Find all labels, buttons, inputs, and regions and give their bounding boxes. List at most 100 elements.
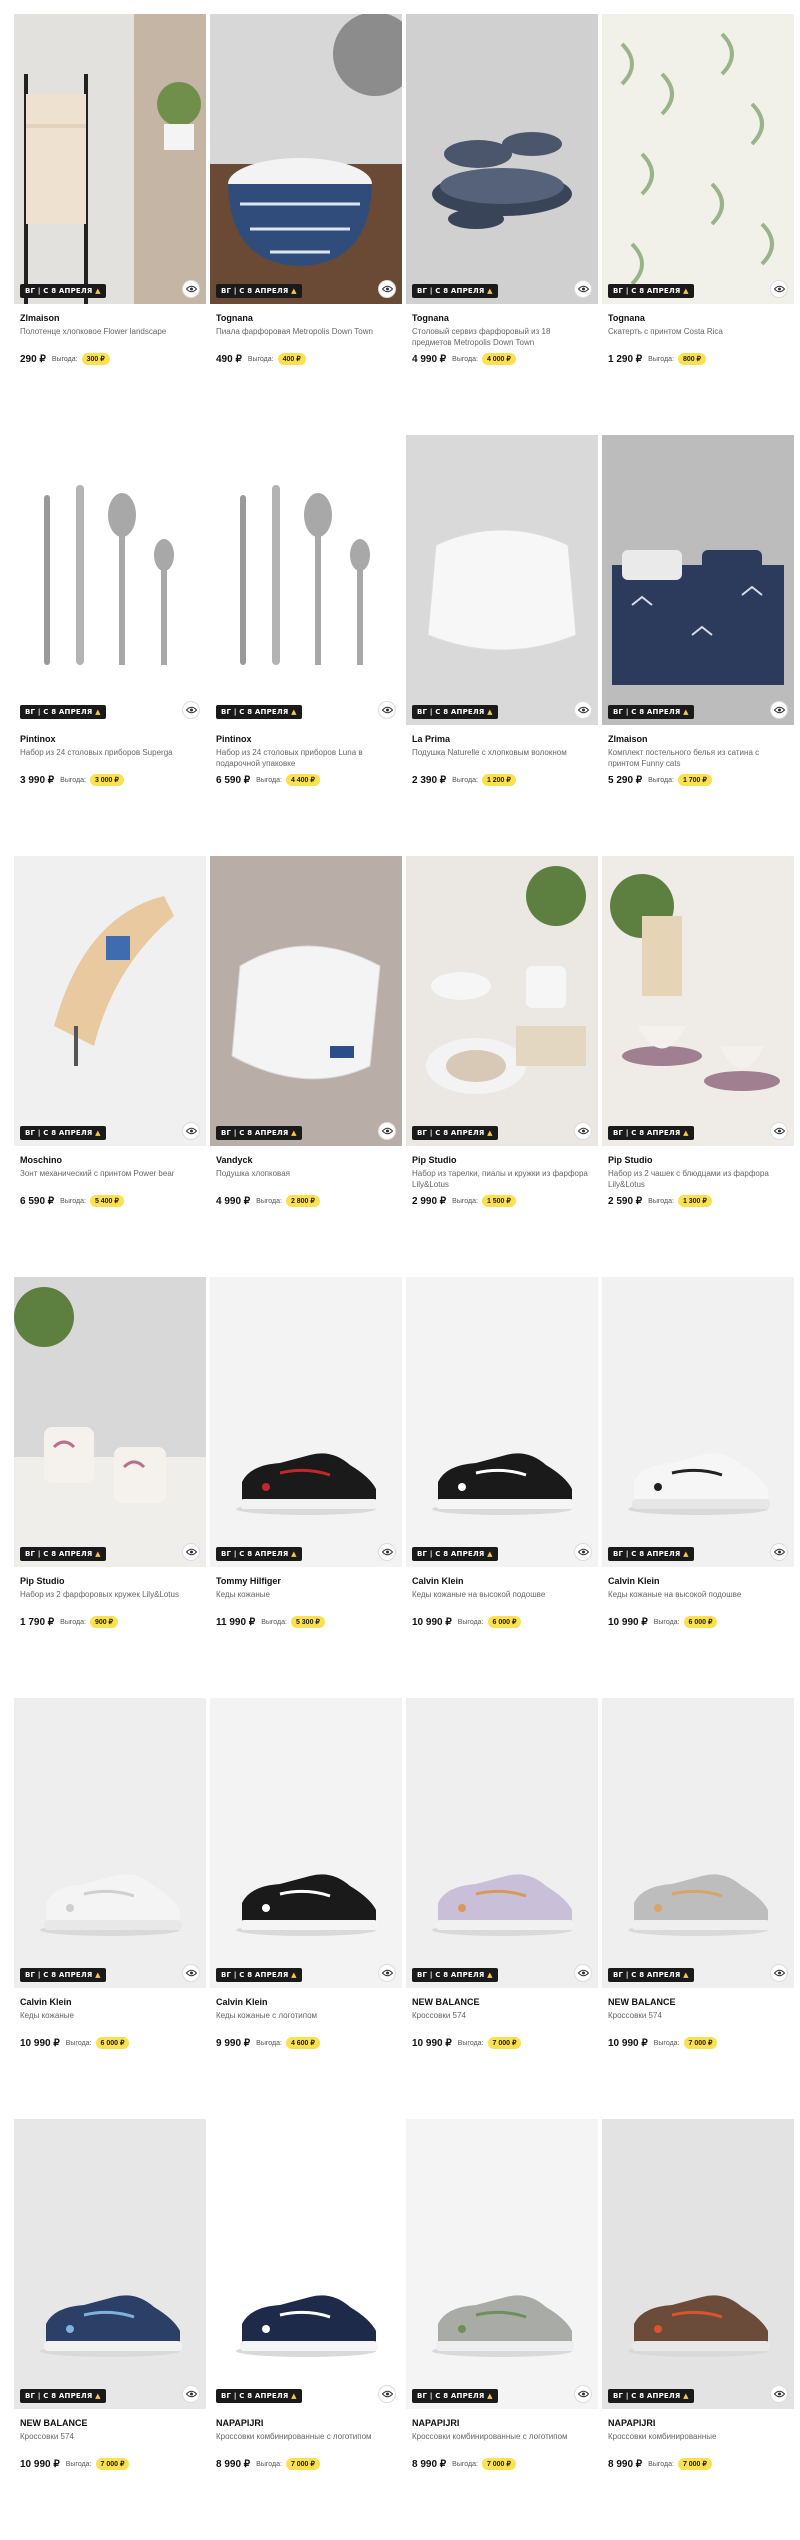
product-card[interactable]: ВГ | С 8 АПРЕЛЯ ▲ Calvin Klein Кеды кожа… [406, 1277, 598, 1698]
product-name[interactable]: Набор из 24 столовых приборов Luna в под… [216, 747, 396, 771]
product-card[interactable]: ВГ | С 8 АПРЕЛЯ ▲ Pip Studio Набор из 2 … [602, 856, 794, 1277]
product-brand[interactable]: Tognana [216, 312, 396, 324]
quick-view-button[interactable] [574, 1122, 592, 1140]
quick-view-button[interactable] [182, 2385, 200, 2403]
product-brand[interactable]: Pip Studio [20, 1575, 200, 1587]
quick-view-button[interactable] [378, 1543, 396, 1561]
quick-view-button[interactable] [378, 2385, 396, 2403]
product-brand[interactable]: Calvin Klein [216, 1996, 396, 2008]
product-brand[interactable]: Zlmaison [20, 312, 200, 324]
quick-view-button[interactable] [182, 1122, 200, 1140]
product-name[interactable]: Кеды кожаные [216, 1589, 396, 1613]
quick-view-button[interactable] [182, 1543, 200, 1561]
quick-view-button[interactable] [574, 1543, 592, 1561]
product-brand[interactable]: Pintinox [216, 733, 396, 745]
product-name[interactable]: Набор из 2 чашек с блюдцами из фарфора L… [608, 1168, 788, 1192]
product-brand[interactable]: Pip Studio [608, 1154, 788, 1166]
product-name[interactable]: Кроссовки комбинированные с логотипом [412, 2431, 592, 2455]
quick-view-button[interactable] [770, 280, 788, 298]
product-card[interactable]: ВГ | С 8 АПРЕЛЯ ▲ Pip Studio Набор из 2 … [14, 1277, 206, 1698]
product-card[interactable]: ВГ | С 8 АПРЕЛЯ ▲ Pip Studio Набор из та… [406, 856, 598, 1277]
product-name[interactable]: Подушка хлопковая [216, 1168, 396, 1192]
product-card[interactable]: ВГ | С 8 АПРЕЛЯ ▲ NAPAPIJRI Кроссовки ко… [210, 2119, 402, 2540]
product-name[interactable]: Полотенце хлопковое Flower landscape [20, 326, 200, 350]
product-brand[interactable]: NEW BALANCE [412, 1996, 592, 2008]
product-card[interactable]: ВГ | С 8 АПРЕЛЯ ▲ NAPAPIJRI Кроссовки ко… [406, 2119, 598, 2540]
product-name[interactable]: Кроссовки 574 [20, 2431, 200, 2455]
product-card[interactable]: ВГ | С 8 АПРЕЛЯ ▲ NAPAPIJRI Кроссовки ко… [602, 2119, 794, 2540]
product-brand[interactable]: NEW BALANCE [20, 2417, 200, 2429]
product-image[interactable]: ВГ | С 8 АПРЕЛЯ ▲ [14, 14, 206, 304]
product-brand[interactable]: Calvin Klein [608, 1575, 788, 1587]
product-brand[interactable]: Calvin Klein [412, 1575, 592, 1587]
product-brand[interactable]: Pintinox [20, 733, 200, 745]
quick-view-button[interactable] [182, 701, 200, 719]
product-name[interactable]: Комплект постельного белья из сатина с п… [608, 747, 788, 771]
product-image[interactable]: ВГ | С 8 АПРЕЛЯ ▲ [210, 435, 402, 725]
product-brand[interactable]: La Prima [412, 733, 592, 745]
product-image[interactable]: ВГ | С 8 АПРЕЛЯ ▲ [406, 14, 598, 304]
product-name[interactable]: Подушка Naturelle с хлопковым волокном [412, 747, 592, 771]
product-image[interactable]: ВГ | С 8 АПРЕЛЯ ▲ [210, 2119, 402, 2409]
product-image[interactable]: ВГ | С 8 АПРЕЛЯ ▲ [602, 435, 794, 725]
product-card[interactable]: ВГ | С 8 АПРЕЛЯ ▲ NEW BALANCE Кроссовки … [14, 2119, 206, 2540]
product-image[interactable]: ВГ | С 8 АПРЕЛЯ ▲ [14, 2119, 206, 2409]
product-brand[interactable]: Zlmaison [608, 733, 788, 745]
product-brand[interactable]: Tognana [412, 312, 592, 324]
product-name[interactable]: Кеды кожаные на высокой подошве [608, 1589, 788, 1613]
product-card[interactable]: ВГ | С 8 АПРЕЛЯ ▲ Calvin Klein Кеды кожа… [14, 1698, 206, 2119]
product-brand[interactable]: NAPAPIJRI [608, 2417, 788, 2429]
product-card[interactable]: ВГ | С 8 АПРЕЛЯ ▲ Tommy Hilfiger Кеды ко… [210, 1277, 402, 1698]
product-name[interactable]: Кроссовки комбинированные с логотипом [216, 2431, 396, 2455]
product-name[interactable]: Кеды кожаные с логотипом [216, 2010, 396, 2034]
product-name[interactable]: Кеды кожаные на высокой подошве [412, 1589, 592, 1613]
product-image[interactable]: ВГ | С 8 АПРЕЛЯ ▲ [406, 435, 598, 725]
product-brand[interactable]: Moschino [20, 1154, 200, 1166]
product-card[interactable]: ВГ | С 8 АПРЕЛЯ ▲ Zlmaison Комплект пост… [602, 435, 794, 856]
quick-view-button[interactable] [378, 280, 396, 298]
product-image[interactable]: ВГ | С 8 АПРЕЛЯ ▲ [14, 435, 206, 725]
product-name[interactable]: Набор из 24 столовых приборов Superga [20, 747, 200, 771]
product-name[interactable]: Столовый сервиз фарфоровый из 18 предмет… [412, 326, 592, 350]
product-card[interactable]: ВГ | С 8 АПРЕЛЯ ▲ Vandyck Подушка хлопко… [210, 856, 402, 1277]
product-image[interactable]: ВГ | С 8 АПРЕЛЯ ▲ [602, 1698, 794, 1988]
quick-view-button[interactable] [574, 2385, 592, 2403]
product-name[interactable]: Кроссовки 574 [412, 2010, 592, 2034]
product-brand[interactable]: NAPAPIJRI [216, 2417, 396, 2429]
product-card[interactable]: ВГ | С 8 АПРЕЛЯ ▲ Tognana Столовый серви… [406, 14, 598, 435]
product-card[interactable]: ВГ | С 8 АПРЕЛЯ ▲ Pintinox Набор из 24 с… [210, 435, 402, 856]
product-card[interactable]: ВГ | С 8 АПРЕЛЯ ▲ La Prima Подушка Natur… [406, 435, 598, 856]
product-image[interactable]: ВГ | С 8 АПРЕЛЯ ▲ [602, 2119, 794, 2409]
product-image[interactable]: ВГ | С 8 АПРЕЛЯ ▲ [210, 1277, 402, 1567]
product-image[interactable]: ВГ | С 8 АПРЕЛЯ ▲ [14, 856, 206, 1146]
product-brand[interactable]: Calvin Klein [20, 1996, 200, 2008]
quick-view-button[interactable] [378, 701, 396, 719]
product-card[interactable]: ВГ | С 8 АПРЕЛЯ ▲ Tognana Скатерть с при… [602, 14, 794, 435]
product-image[interactable]: ВГ | С 8 АПРЕЛЯ ▲ [602, 14, 794, 304]
product-card[interactable]: ВГ | С 8 АПРЕЛЯ ▲ Moschino Зонт механиче… [14, 856, 206, 1277]
product-image[interactable]: ВГ | С 8 АПРЕЛЯ ▲ [406, 1277, 598, 1567]
product-card[interactable]: ВГ | С 8 АПРЕЛЯ ▲ NEW BALANCE Кроссовки … [406, 1698, 598, 2119]
product-image[interactable]: ВГ | С 8 АПРЕЛЯ ▲ [602, 856, 794, 1146]
quick-view-button[interactable] [182, 1964, 200, 1982]
product-name[interactable]: Кроссовки комбинированные [608, 2431, 788, 2455]
product-name[interactable]: Кеды кожаные [20, 2010, 200, 2034]
product-name[interactable]: Зонт механический с принтом Power bear [20, 1168, 200, 1192]
quick-view-button[interactable] [770, 2385, 788, 2403]
product-image[interactable]: ВГ | С 8 АПРЕЛЯ ▲ [14, 1698, 206, 1988]
product-image[interactable]: ВГ | С 8 АПРЕЛЯ ▲ [406, 856, 598, 1146]
quick-view-button[interactable] [770, 1964, 788, 1982]
product-image[interactable]: ВГ | С 8 АПРЕЛЯ ▲ [406, 1698, 598, 1988]
quick-view-button[interactable] [378, 1964, 396, 1982]
product-card[interactable]: ВГ | С 8 АПРЕЛЯ ▲ NEW BALANCE Кроссовки … [602, 1698, 794, 2119]
product-brand[interactable]: NAPAPIJRI [412, 2417, 592, 2429]
product-name[interactable]: Пиала фарфоровая Metropolis Down Town [216, 326, 396, 350]
quick-view-button[interactable] [770, 1543, 788, 1561]
quick-view-button[interactable] [574, 1964, 592, 1982]
quick-view-button[interactable] [378, 1122, 396, 1140]
quick-view-button[interactable] [574, 280, 592, 298]
product-image[interactable]: ВГ | С 8 АПРЕЛЯ ▲ [602, 1277, 794, 1567]
product-brand[interactable]: Vandyck [216, 1154, 396, 1166]
quick-view-button[interactable] [574, 701, 592, 719]
product-image[interactable]: ВГ | С 8 АПРЕЛЯ ▲ [14, 1277, 206, 1567]
